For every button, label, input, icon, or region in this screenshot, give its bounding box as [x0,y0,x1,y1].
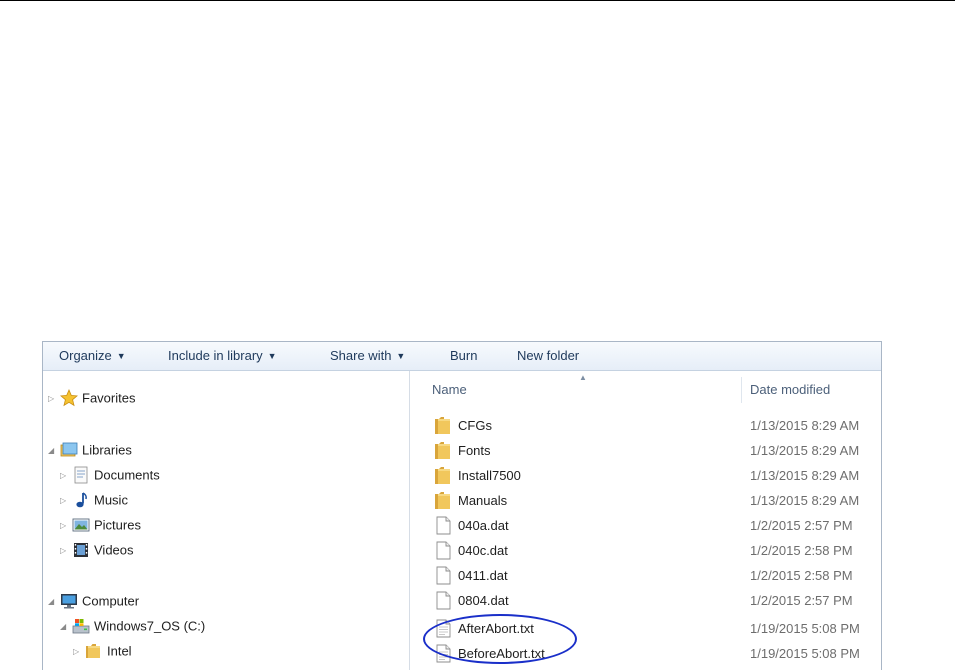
column-header-name[interactable]: Name [432,371,467,409]
file-name: Install7500 [458,468,521,483]
nav-item-documents[interactable]: ▷ Documents [60,465,160,485]
file-date: 1/2/2015 2:57 PM [750,518,853,533]
nav-item-videos[interactable]: ▷ Videos [60,540,134,560]
file-name: Manuals [458,493,508,508]
folder-icon [434,416,452,435]
nav-item-computer[interactable]: ◢ Computer [48,591,139,611]
libraries-icon [60,441,78,459]
include-in-library-button[interactable]: Include in library ▼ [168,342,277,370]
expand-arrow-icon[interactable]: ▷ [60,491,72,511]
folder-icon [434,441,452,460]
computer-icon [60,592,78,610]
file-row-manuals[interactable]: Manuals 1/13/2015 8:29 AM [410,488,881,513]
navigation-pane[interactable]: ▷ Favorites ◢ Libraries ▷ Documents ▷ Music … [43,371,408,670]
nav-label: Favorites [82,390,136,406]
file-name: CFGs [458,418,492,433]
nav-item-pictures[interactable]: ▷ Pictures [60,515,141,535]
highlight-ellipse [423,614,577,664]
nav-item-music[interactable]: ▷ Music [60,490,128,510]
share-with-button[interactable]: Share with ▼ [330,342,405,370]
collapse-arrow-icon[interactable]: ◢ [60,617,72,637]
documents-icon [72,466,90,484]
file-name: 0411.dat [458,568,508,583]
nav-item-libraries[interactable]: ◢ Libraries [48,440,132,460]
nav-label: Pictures [94,517,141,533]
command-bar: Organize ▼ Include in library ▼ Share with… [43,342,881,371]
burn-label: Burn [450,348,478,363]
collapse-arrow-icon[interactable]: ◢ [48,441,60,461]
chevron-down-icon: ▼ [267,351,277,361]
star-icon [60,388,78,407]
sort-up-icon: ▲ [579,373,587,382]
column-separator[interactable] [741,377,742,403]
file-icon [434,591,452,610]
file-icon [434,541,452,560]
expand-arrow-icon[interactable]: ▷ [73,642,85,662]
nav-label: Libraries [82,442,132,458]
file-row-0411[interactable]: 0411.dat 1/2/2015 2:58 PM [410,563,881,588]
nav-item-intel[interactable]: ▷ Intel [73,641,132,661]
nav-label: Music [94,492,128,508]
file-date: 1/13/2015 8:29 AM [750,418,860,433]
top-rule [0,0,955,1]
file-date: 1/2/2015 2:57 PM [750,593,853,608]
expand-arrow-icon[interactable]: ▷ [60,516,72,536]
file-name: 040a.dat [458,518,509,533]
new-folder-button[interactable]: New folder [517,342,579,370]
file-name: 0804.dat [458,593,509,608]
burn-button[interactable]: Burn [450,342,477,370]
pictures-icon [72,516,90,534]
nav-label: Videos [94,542,134,558]
nav-label: Windows7_OS (C:) [94,618,206,634]
new-folder-label: New folder [517,348,580,363]
expand-arrow-icon[interactable]: ▷ [60,541,72,561]
file-date: 1/19/2015 5:08 PM [750,621,860,636]
file-row-0804[interactable]: 0804.dat 1/2/2015 2:57 PM [410,588,881,613]
share-with-label: Share with [330,348,392,363]
expand-arrow-icon[interactable]: ▷ [48,389,60,409]
music-note-icon [72,491,90,509]
file-row-install7500[interactable]: Install7500 1/13/2015 8:29 AM [410,463,881,488]
column-header-date-modified[interactable]: Date modified [750,371,830,409]
file-name: Fonts [458,443,491,458]
file-row-040a[interactable]: 040a.dat 1/2/2015 2:57 PM [410,513,881,538]
nav-label: Intel [107,643,132,659]
videos-icon [72,541,90,559]
folder-icon [434,491,452,510]
include-in-library-label: Include in library [168,348,263,363]
chevron-down-icon: ▼ [116,351,126,361]
nav-item-favorites[interactable]: ▷ Favorites [48,388,135,408]
file-name: 040c.dat [458,543,508,558]
hard-drive-icon [72,617,90,635]
file-date: 1/19/2015 5:08 PM [750,646,860,661]
file-date: 1/2/2015 2:58 PM [750,543,853,558]
file-row-fonts[interactable]: Fonts 1/13/2015 8:29 AM [410,438,881,463]
chevron-down-icon: ▼ [396,351,406,361]
file-date: 1/2/2015 2:58 PM [750,568,853,583]
file-date: 1/13/2015 8:29 AM [750,468,860,483]
folder-icon [434,466,452,485]
file-icon [434,516,452,535]
expand-arrow-icon[interactable]: ▷ [60,466,72,486]
nav-label: Documents [94,467,160,483]
organize-label: Organize [59,348,112,363]
organize-button[interactable]: Organize ▼ [59,342,126,370]
file-row-040c[interactable]: 040c.dat 1/2/2015 2:58 PM [410,538,881,563]
file-icon [434,566,452,585]
folder-icon [85,642,103,660]
nav-item-drive-c[interactable]: ◢ Windows7_OS (C:) [60,616,205,636]
collapse-arrow-icon[interactable]: ◢ [48,592,60,612]
file-date: 1/13/2015 8:29 AM [750,443,860,458]
file-date: 1/13/2015 8:29 AM [750,493,860,508]
file-row-cfgs[interactable]: CFGs 1/13/2015 8:29 AM [410,413,881,438]
nav-label: Computer [82,593,140,609]
